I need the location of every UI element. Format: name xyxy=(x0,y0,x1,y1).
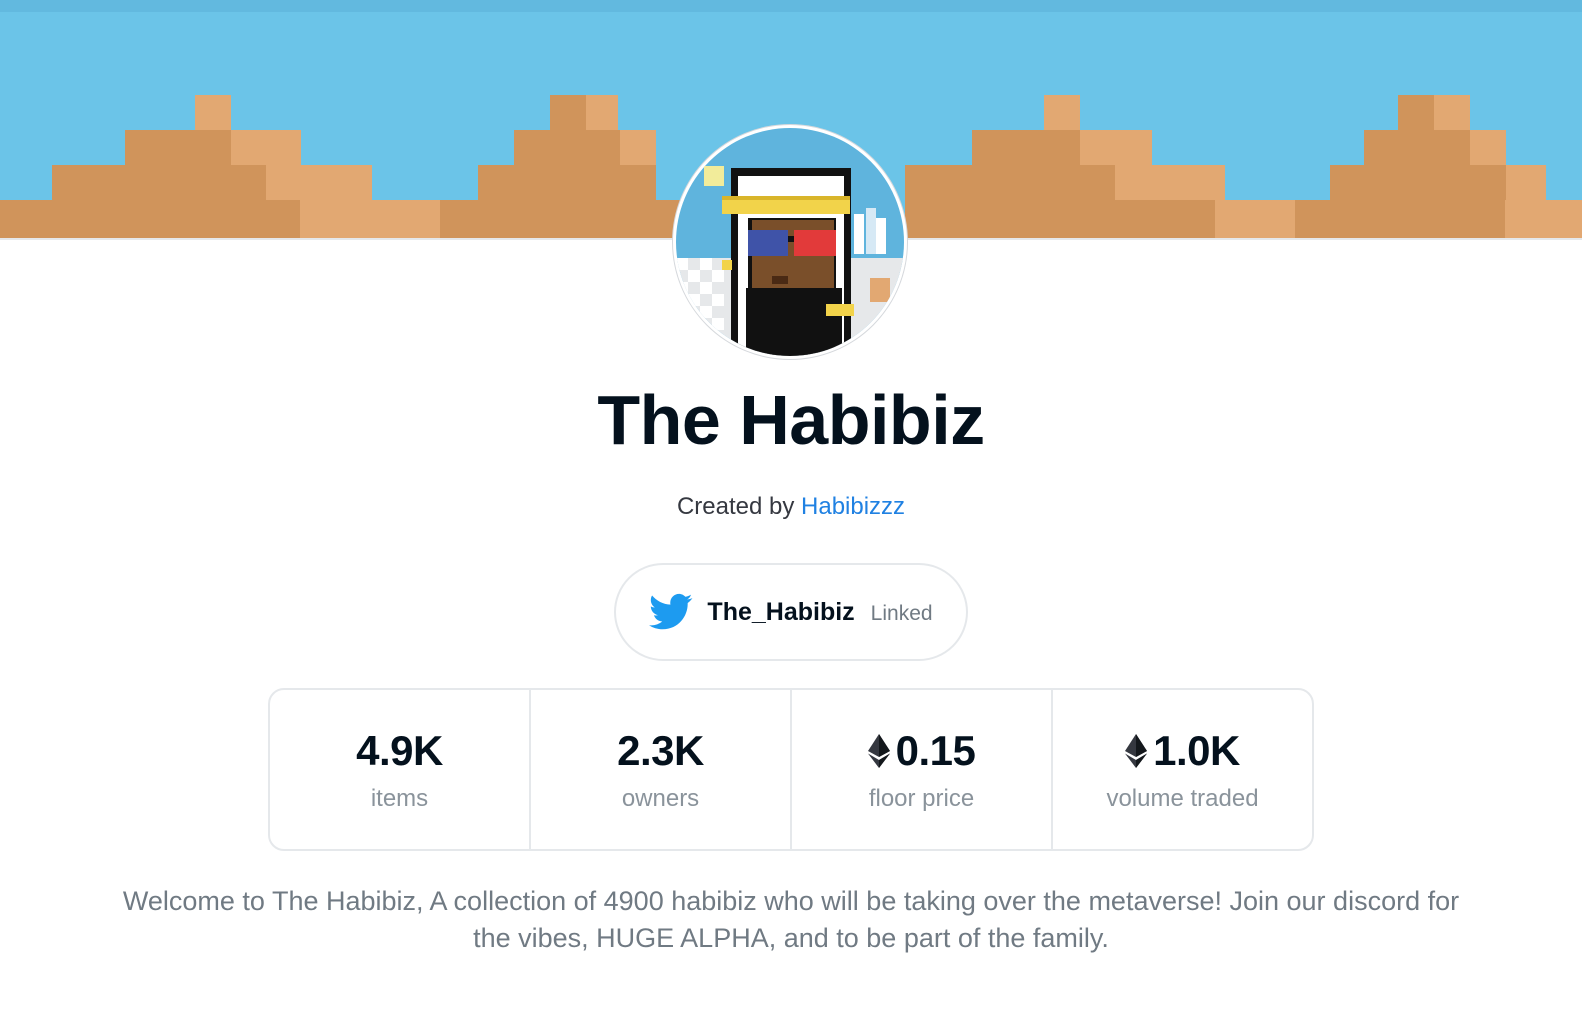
stat-value: 1.0K xyxy=(1125,727,1240,775)
stat-floor-price[interactable]: 0.15 floor price xyxy=(792,690,1053,849)
stat-items[interactable]: 4.9K items xyxy=(270,690,531,849)
stat-volume-traded[interactable]: 1.0K volume traded xyxy=(1053,690,1312,849)
stat-number: 0.15 xyxy=(895,726,976,774)
ethereum-icon xyxy=(1125,733,1148,768)
stat-value: 4.9K xyxy=(356,727,443,775)
stat-label: floor price xyxy=(868,784,975,812)
collection-avatar[interactable] xyxy=(673,125,907,359)
collection-title: The Habibiz xyxy=(597,381,985,459)
linked-status: Linked xyxy=(870,602,933,625)
stat-number: 1.0K xyxy=(1153,726,1240,774)
twitter-link-button[interactable]: The_Habibiz Linked xyxy=(614,563,968,661)
twitter-icon xyxy=(649,593,693,631)
stat-owners[interactable]: 2.3K owners xyxy=(531,690,792,849)
stat-number: 4.9K xyxy=(356,726,443,774)
stat-label: owners xyxy=(621,784,700,812)
creator-link[interactable]: Habibizzz xyxy=(801,493,905,520)
stat-value: 2.3K xyxy=(617,727,704,775)
stat-value: 0.15 xyxy=(867,726,976,775)
twitter-handle: The_Habibiz xyxy=(707,597,855,626)
created-by-line: Created by Habibizzz xyxy=(0,493,1582,521)
stat-label: volume traded xyxy=(1106,784,1259,812)
stat-label: items xyxy=(370,784,429,812)
created-by-label: Created by xyxy=(676,493,795,520)
collection-description: Welcome to The Habibiz, A collection of … xyxy=(122,886,1460,953)
pixel-habibi-avatar-image xyxy=(676,128,904,356)
ethereum-icon xyxy=(867,733,890,768)
stat-number: 2.3K xyxy=(617,726,704,774)
collection-stats: 4.9K items 2.3K owners 0.15 floor price xyxy=(268,688,1314,851)
